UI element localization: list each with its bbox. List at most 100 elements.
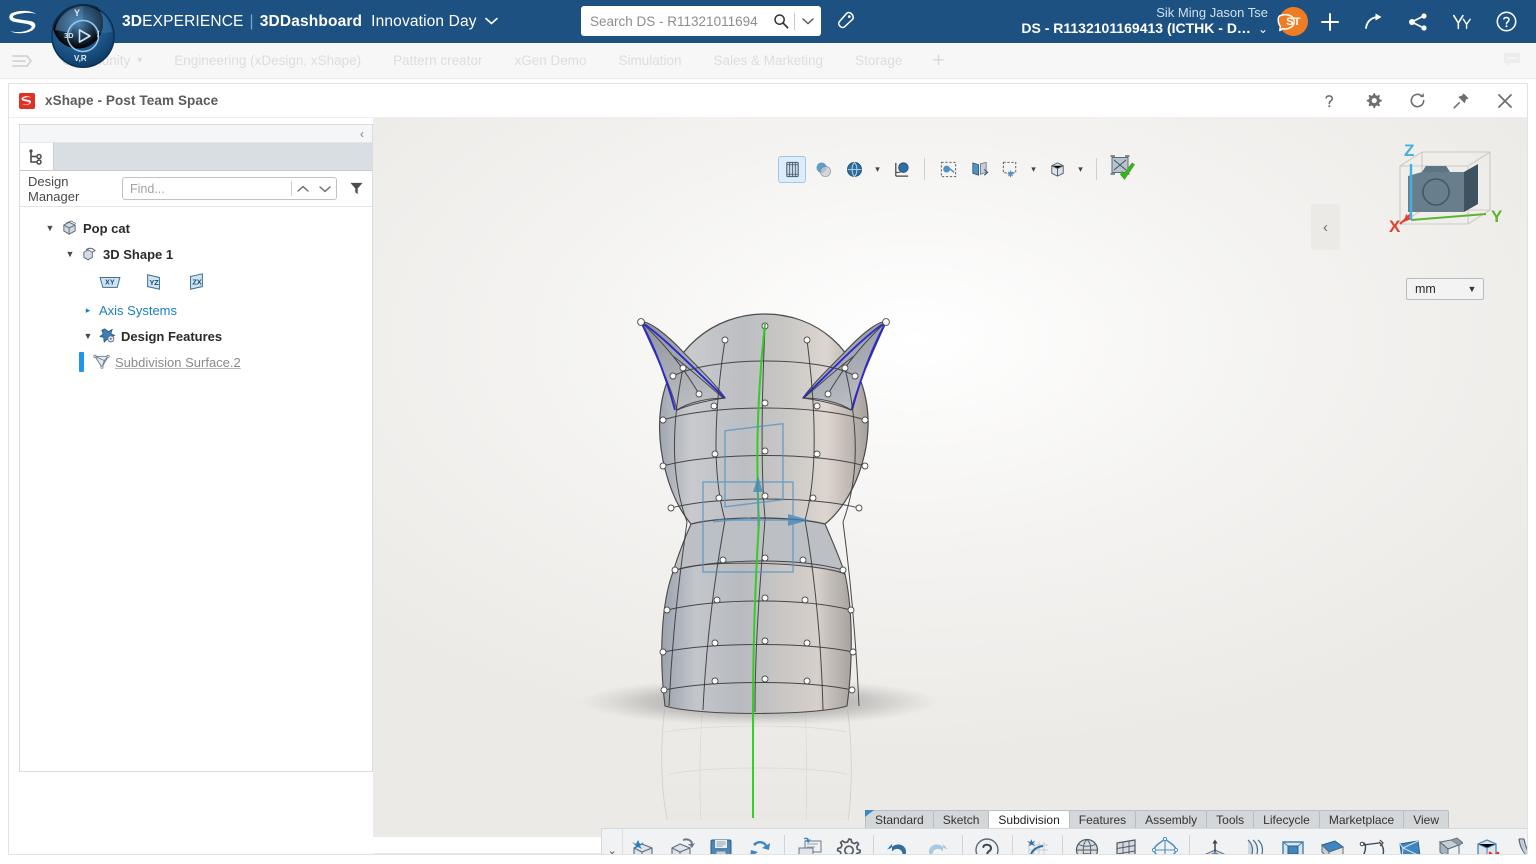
tab-marketplace[interactable]: Marketplace <box>1319 810 1404 828</box>
help-icon[interactable] <box>1484 0 1528 43</box>
preferences-gear-button[interactable] <box>829 830 868 854</box>
user-context-block[interactable]: Sik Ming Jason Tse DS - R1132101169413 (… <box>1021 0 1268 43</box>
box-select-button[interactable] <box>996 156 1024 183</box>
expand-collapse-triangle-icon[interactable]: ▼ <box>62 249 78 259</box>
extrude-subdivision-button[interactable] <box>1195 830 1234 854</box>
close-button[interactable] <box>1483 84 1527 118</box>
funnel-filter-icon[interactable] <box>349 181 364 196</box>
navigation-compass[interactable]: 3D i V,R Y <box>50 0 116 72</box>
new-part-button[interactable] <box>623 830 662 854</box>
transparency-button[interactable] <box>809 156 837 183</box>
share-arrow-icon[interactable] <box>1352 0 1396 43</box>
delete-face-button[interactable] <box>1468 830 1507 854</box>
tree-node-subdivision-surface[interactable]: Subdivision Surface.2 <box>20 349 372 375</box>
find-box[interactable] <box>122 177 337 200</box>
primitive-diamond-button[interactable] <box>1146 830 1185 854</box>
3d-viewport[interactable]: ▾ ▾ ▾ <box>373 118 1527 854</box>
global-search[interactable] <box>581 6 821 36</box>
add-tab-button[interactable]: + <box>918 50 958 71</box>
tab-design-manager[interactable] <box>20 143 54 170</box>
search-icon[interactable] <box>768 13 794 29</box>
pin-button[interactable] <box>1439 84 1483 118</box>
unit-selector[interactable]: mm ▼ <box>1406 278 1484 300</box>
nav-tab-engineering[interactable]: Engineering (xDesign, xShape) <box>158 53 377 68</box>
subdivision-display-mode-button[interactable] <box>778 156 806 183</box>
hamburger-menu-icon[interactable] <box>0 53 46 69</box>
tree-node-pop-cat[interactable]: ▼ Pop cat <box>20 215 372 241</box>
section-view-button[interactable] <box>887 156 915 183</box>
exit-validate-button[interactable] <box>1106 154 1140 184</box>
refresh-button[interactable] <box>1395 84 1439 118</box>
tree-node-axis-systems[interactable]: ▸ Axis Systems <box>20 297 372 323</box>
notification-bell-icon[interactable] <box>1264 0 1308 43</box>
settings-gear-button[interactable] <box>1351 84 1395 118</box>
tab-assembly[interactable]: Assembly <box>1135 810 1207 828</box>
nav-tab-xgen-demo[interactable]: xGen Demo <box>498 53 602 68</box>
toolbar-collapse-handle[interactable]: ⌄ <box>602 829 623 854</box>
subdivide-button[interactable] <box>1390 830 1429 854</box>
nav-tab-storage[interactable]: Storage <box>839 53 918 68</box>
dashboard-chevron-down-icon[interactable] <box>485 17 498 25</box>
tab-standard[interactable]: Standard <box>865 810 934 828</box>
tag-icon[interactable] <box>835 9 859 33</box>
comment-bubble-icon[interactable] <box>1502 52 1522 70</box>
search-chevron-down-icon[interactable] <box>795 18 821 25</box>
unit-chevron-down-icon[interactable]: ▼ <box>1461 284 1483 294</box>
plane-xy-icon[interactable]: XY <box>98 273 122 291</box>
render-style-chevron-down-icon[interactable]: ▾ <box>871 164 884 175</box>
thicken-button[interactable] <box>1429 830 1468 854</box>
undo-button[interactable] <box>879 830 918 854</box>
save-as-new-button[interactable] <box>790 830 829 854</box>
primitive-sphere-button[interactable] <box>1068 830 1107 854</box>
display-cage-chevron-down-icon[interactable]: ▾ <box>1074 164 1087 175</box>
chevron-down-icon[interactable] <box>314 185 336 193</box>
new-sketch-button[interactable] <box>1018 830 1057 854</box>
render-style-button[interactable] <box>840 156 868 183</box>
viewport-panel-collapse-button[interactable]: ‹ <box>1311 204 1340 250</box>
find-input[interactable] <box>123 182 291 196</box>
nav-tab-simulation[interactable]: Simulation <box>602 53 697 68</box>
open-part-button[interactable] <box>662 830 701 854</box>
tab-features[interactable]: Features <box>1069 810 1136 828</box>
tab-lifecycle[interactable]: Lifecycle <box>1253 810 1320 828</box>
display-cage-button[interactable] <box>1043 156 1071 183</box>
plane-yz-icon[interactable]: YZ <box>144 272 164 292</box>
mirror-visibility-button[interactable] <box>965 156 993 183</box>
selection-mode-button[interactable] <box>934 156 962 183</box>
tab-sketch[interactable]: Sketch <box>933 810 990 828</box>
bridge-faces-button[interactable] <box>1351 830 1390 854</box>
top-navigation-bar: 3DEXPERIENCE | 3DDashboard Innovation Da… <box>0 0 1536 43</box>
panel-collapse-button[interactable]: ‹ <box>20 125 372 143</box>
social-share-icon[interactable] <box>1396 0 1440 43</box>
search-input[interactable] <box>581 8 768 34</box>
plane-zx-icon[interactable]: ZX <box>186 272 206 292</box>
expand-triangle-icon[interactable]: ▸ <box>80 305 96 316</box>
add-icon[interactable] <box>1308 0 1352 43</box>
box-select-chevron-down-icon[interactable]: ▾ <box>1027 164 1040 175</box>
expand-collapse-triangle-icon[interactable]: ▼ <box>42 223 58 233</box>
inset-face-button[interactable] <box>1273 830 1312 854</box>
tree-node-3d-shape-1[interactable]: ▼ 3D Shape 1 <box>20 241 372 267</box>
chevron-up-icon[interactable] <box>292 185 314 193</box>
dassault-systemes-logo[interactable] <box>0 0 48 43</box>
tab-tools[interactable]: Tools <box>1206 810 1254 828</box>
bevel-edge-button[interactable] <box>1312 830 1351 854</box>
tree-node-design-features[interactable]: ▼ Design Features <box>20 323 372 349</box>
compass-3dexperience-icon[interactable] <box>1440 0 1484 43</box>
nav-tab-sales-marketing[interactable]: Sales & Marketing <box>698 53 840 68</box>
view-orientation-cube[interactable]: X Y Z <box>1378 128 1527 258</box>
crease-button[interactable] <box>1507 830 1527 854</box>
redo-button[interactable] <box>918 830 957 854</box>
chevron-down-icon[interactable]: ▾ <box>137 55 142 66</box>
tab-subdivision[interactable]: Subdivision <box>988 810 1069 828</box>
save-button[interactable] <box>701 830 740 854</box>
reload-update-button[interactable] <box>740 830 779 854</box>
expand-collapse-triangle-icon[interactable]: ▼ <box>80 331 96 341</box>
help-button[interactable] <box>1307 84 1351 118</box>
nav-tab-pattern-creator[interactable]: Pattern creator <box>377 53 498 68</box>
primitive-quad-button[interactable] <box>1107 830 1146 854</box>
revolve-button[interactable] <box>1234 830 1273 854</box>
subdivision-model-canvas[interactable] <box>373 118 1527 854</box>
help-circle-button[interactable] <box>968 830 1007 854</box>
tab-view[interactable]: View <box>1403 810 1449 828</box>
